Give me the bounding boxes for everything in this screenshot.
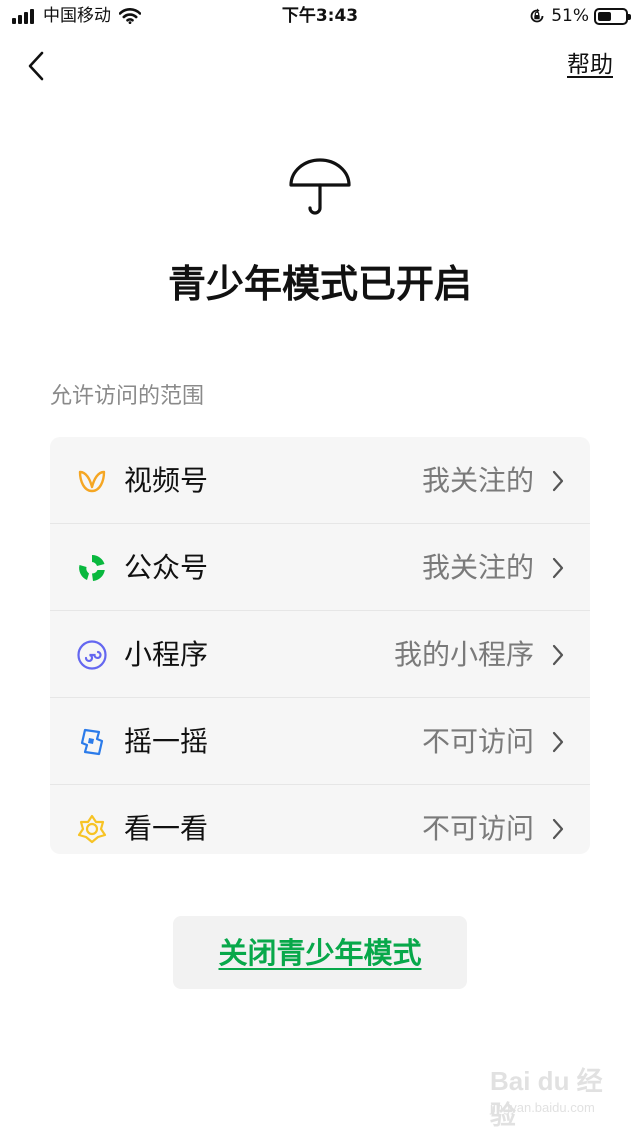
list-item-label: 看一看	[124, 811, 209, 845]
status-bar: 中国移动 下午3:43 51%	[0, 0, 640, 34]
access-scope-list: 视频号 我关注的 公众号 我关注的 小程序 我的小程序 摇一摇 不可访问 看一看…	[50, 437, 590, 854]
watermark: Bai du 经验 jingyan.baidu.com	[490, 1064, 610, 1130]
chevron-left-icon	[28, 51, 44, 81]
list-item-value: 我的小程序	[393, 637, 534, 671]
watermark-logo-text: Bai du 经验	[490, 1066, 603, 1130]
close-teen-mode-label: 关闭青少年模式	[218, 935, 422, 970]
list-item-shake[interactable]: 摇一摇 不可访问	[50, 698, 590, 785]
page-title: 青少年模式已开启	[167, 262, 472, 306]
chevron-right-icon	[552, 818, 564, 839]
battery-percent: 51%	[551, 6, 589, 26]
chevron-right-icon	[552, 731, 564, 752]
list-item-channels[interactable]: 视频号 我关注的	[50, 437, 590, 524]
back-button[interactable]	[18, 46, 54, 86]
list-item-value: 不可访问	[421, 724, 534, 758]
watermark-url: jingyan.baidu.com	[490, 1100, 595, 1115]
official-accounts-icon	[76, 552, 108, 584]
chevron-right-icon	[552, 557, 564, 578]
chevron-right-icon	[552, 644, 564, 665]
battery-icon	[594, 7, 631, 25]
help-link[interactable]: 帮助	[567, 50, 613, 80]
chevron-right-icon	[552, 470, 564, 491]
close-teen-mode-button[interactable]: 关闭青少年模式	[173, 916, 467, 989]
list-item-value: 我关注的	[421, 550, 534, 584]
list-item-value: 我关注的	[421, 463, 534, 497]
list-item-mini-programs[interactable]: 小程序 我的小程序	[50, 611, 590, 698]
list-item-value: 不可访问	[421, 811, 534, 845]
status-right: 51%	[529, 5, 631, 27]
list-item-label: 小程序	[124, 637, 209, 671]
section-label: 允许访问的范围	[50, 384, 205, 409]
rotation-lock-icon	[530, 8, 544, 23]
umbrella-icon	[289, 158, 351, 215]
shake-icon	[76, 726, 108, 758]
list-item-label: 摇一摇	[124, 724, 209, 758]
list-item-official-accounts[interactable]: 公众号 我关注的	[50, 524, 590, 611]
top-stories-icon	[76, 813, 108, 845]
channels-icon	[76, 465, 108, 497]
mini-program-icon	[76, 639, 108, 671]
battery-level	[598, 11, 611, 21]
list-item-top-stories[interactable]: 看一看 不可访问	[50, 785, 590, 854]
list-item-label: 视频号	[124, 463, 209, 497]
list-item-label: 公众号	[124, 550, 209, 584]
